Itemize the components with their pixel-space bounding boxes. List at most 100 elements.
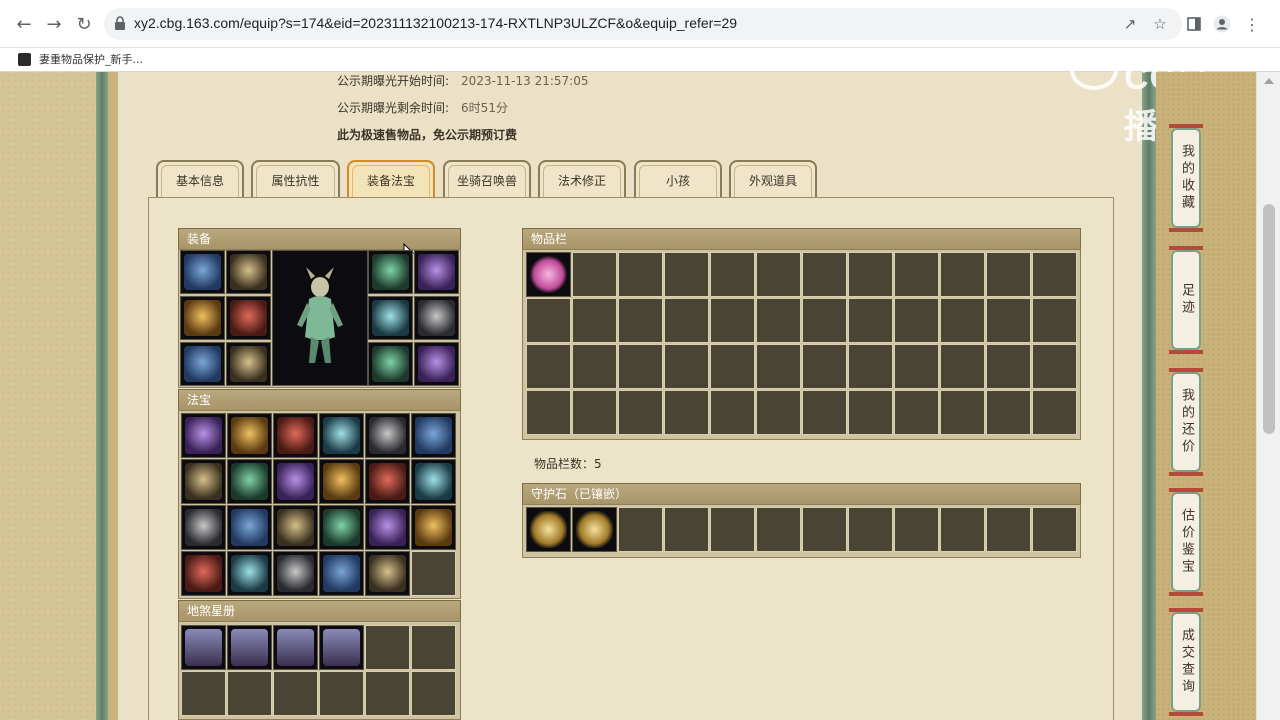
inventory-slot[interactable] [848,390,893,435]
treasure-slot[interactable] [319,413,364,458]
inventory-slot[interactable] [894,390,939,435]
equipment-slot[interactable] [180,296,225,340]
treasure-slot[interactable] [181,413,226,458]
inventory-slot[interactable] [986,252,1031,297]
inventory-slot[interactable] [756,298,801,343]
inventory-slot[interactable] [848,252,893,297]
guard-stone-slot[interactable] [664,507,709,552]
treasure-slot[interactable] [181,459,226,504]
inventory-slot[interactable] [802,252,847,297]
equipment-slot[interactable] [414,250,459,294]
star-book-slot[interactable] [411,671,456,716]
treasure-slot[interactable] [273,505,318,550]
inventory-slot[interactable] [940,344,985,389]
equipment-slot[interactable] [368,250,413,294]
tab-equipment[interactable]: 装备法宝 [347,160,435,198]
inventory-slot[interactable] [1032,298,1077,343]
address-bar[interactable]: xy2.cbg.163.com/equip?s=174&eid=20231113… [104,8,1182,40]
back-arrow-icon[interactable]: ← [12,12,36,36]
inventory-slot[interactable] [756,344,801,389]
star-book-slot[interactable] [273,625,318,670]
inventory-slot[interactable] [526,390,571,435]
treasure-slot[interactable] [319,459,364,504]
page-scrollbar[interactable] [1256,72,1280,720]
url-text[interactable]: xy2.cbg.163.com/equip?s=174&eid=20231113… [134,15,737,31]
equipment-slot[interactable] [226,250,271,294]
treasure-slot[interactable] [365,505,410,550]
guard-stone-slot[interactable] [894,507,939,552]
my-counteroffers-button[interactable]: 我的还价 [1169,368,1203,476]
inventory-slot[interactable] [572,344,617,389]
treasure-slot[interactable] [273,459,318,504]
tab-appearance[interactable]: 外观道具 [729,160,817,198]
treasure-slot[interactable] [181,505,226,550]
equipment-slot[interactable] [414,342,459,386]
guard-stone-slot[interactable] [802,507,847,552]
inventory-slot[interactable] [618,390,663,435]
star-book-slot[interactable] [319,625,364,670]
inventory-slot[interactable] [756,252,801,297]
guard-stone-slot[interactable] [572,507,617,552]
inventory-slot[interactable] [986,344,1031,389]
inventory-slot[interactable] [526,252,571,297]
inventory-slot[interactable] [894,298,939,343]
profile-avatar-icon[interactable] [1210,12,1234,36]
menu-dots-icon[interactable]: ⋮ [1240,12,1264,36]
star-book-slot[interactable] [227,625,272,670]
guard-stone-slot[interactable] [526,507,571,552]
treasure-slot[interactable] [319,551,364,596]
inventory-slot[interactable] [664,252,709,297]
star-book-slot[interactable] [181,671,226,716]
bookmark-item[interactable]: 妻重物品保护_新手... [18,51,143,67]
inventory-slot[interactable] [1032,344,1077,389]
scroll-thumb[interactable] [1263,204,1275,434]
my-favorites-button[interactable]: 我的收藏 [1169,124,1203,232]
treasure-slot[interactable] [319,505,364,550]
inventory-slot[interactable] [756,390,801,435]
tab-child[interactable]: 小孩 [634,160,722,198]
inventory-slot[interactable] [710,344,755,389]
star-book-slot[interactable] [365,671,410,716]
forward-arrow-icon[interactable]: → [42,12,66,36]
equipment-slot[interactable] [226,296,271,340]
guard-stone-slot[interactable] [618,507,663,552]
share-icon[interactable]: ↗ [1120,14,1140,34]
treasure-slot[interactable] [365,551,410,596]
inventory-slot[interactable] [664,298,709,343]
inventory-slot[interactable] [710,252,755,297]
inventory-slot[interactable] [618,252,663,297]
star-book-slot[interactable] [365,625,410,670]
treasure-slot[interactable] [273,551,318,596]
appraisal-button[interactable]: 估价鉴宝 [1169,488,1203,596]
equipment-slot[interactable] [368,342,413,386]
inventory-slot[interactable] [802,344,847,389]
treasure-slot[interactable] [411,413,456,458]
inventory-slot[interactable] [572,298,617,343]
guard-stone-slot[interactable] [1032,507,1077,552]
inventory-slot[interactable] [664,344,709,389]
inventory-slot[interactable] [618,344,663,389]
equipment-slot[interactable] [414,296,459,340]
guard-stone-slot[interactable] [940,507,985,552]
trade-lookup-button[interactable]: 成交查询 [1169,608,1203,716]
inventory-slot[interactable] [848,344,893,389]
inventory-slot[interactable] [986,298,1031,343]
inventory-slot[interactable] [572,390,617,435]
inventory-slot[interactable] [1032,252,1077,297]
inventory-slot[interactable] [802,298,847,343]
inventory-slot[interactable] [940,390,985,435]
star-book-slot[interactable] [273,671,318,716]
equipment-slot[interactable] [180,342,225,386]
treasure-slot[interactable] [365,413,410,458]
treasure-slot[interactable] [411,505,456,550]
tab-mounts-pets[interactable]: 坐骑召唤兽 [443,160,531,198]
tab-basic-info[interactable]: 基本信息 [156,160,244,198]
guard-stone-slot[interactable] [756,507,801,552]
guard-stone-slot[interactable] [986,507,1031,552]
treasure-slot[interactable] [227,459,272,504]
treasure-slot[interactable] [227,551,272,596]
bookmark-star-icon[interactable]: ☆ [1150,14,1170,34]
treasure-slot[interactable] [411,459,456,504]
star-book-slot[interactable] [181,625,226,670]
inventory-slot[interactable] [710,390,755,435]
